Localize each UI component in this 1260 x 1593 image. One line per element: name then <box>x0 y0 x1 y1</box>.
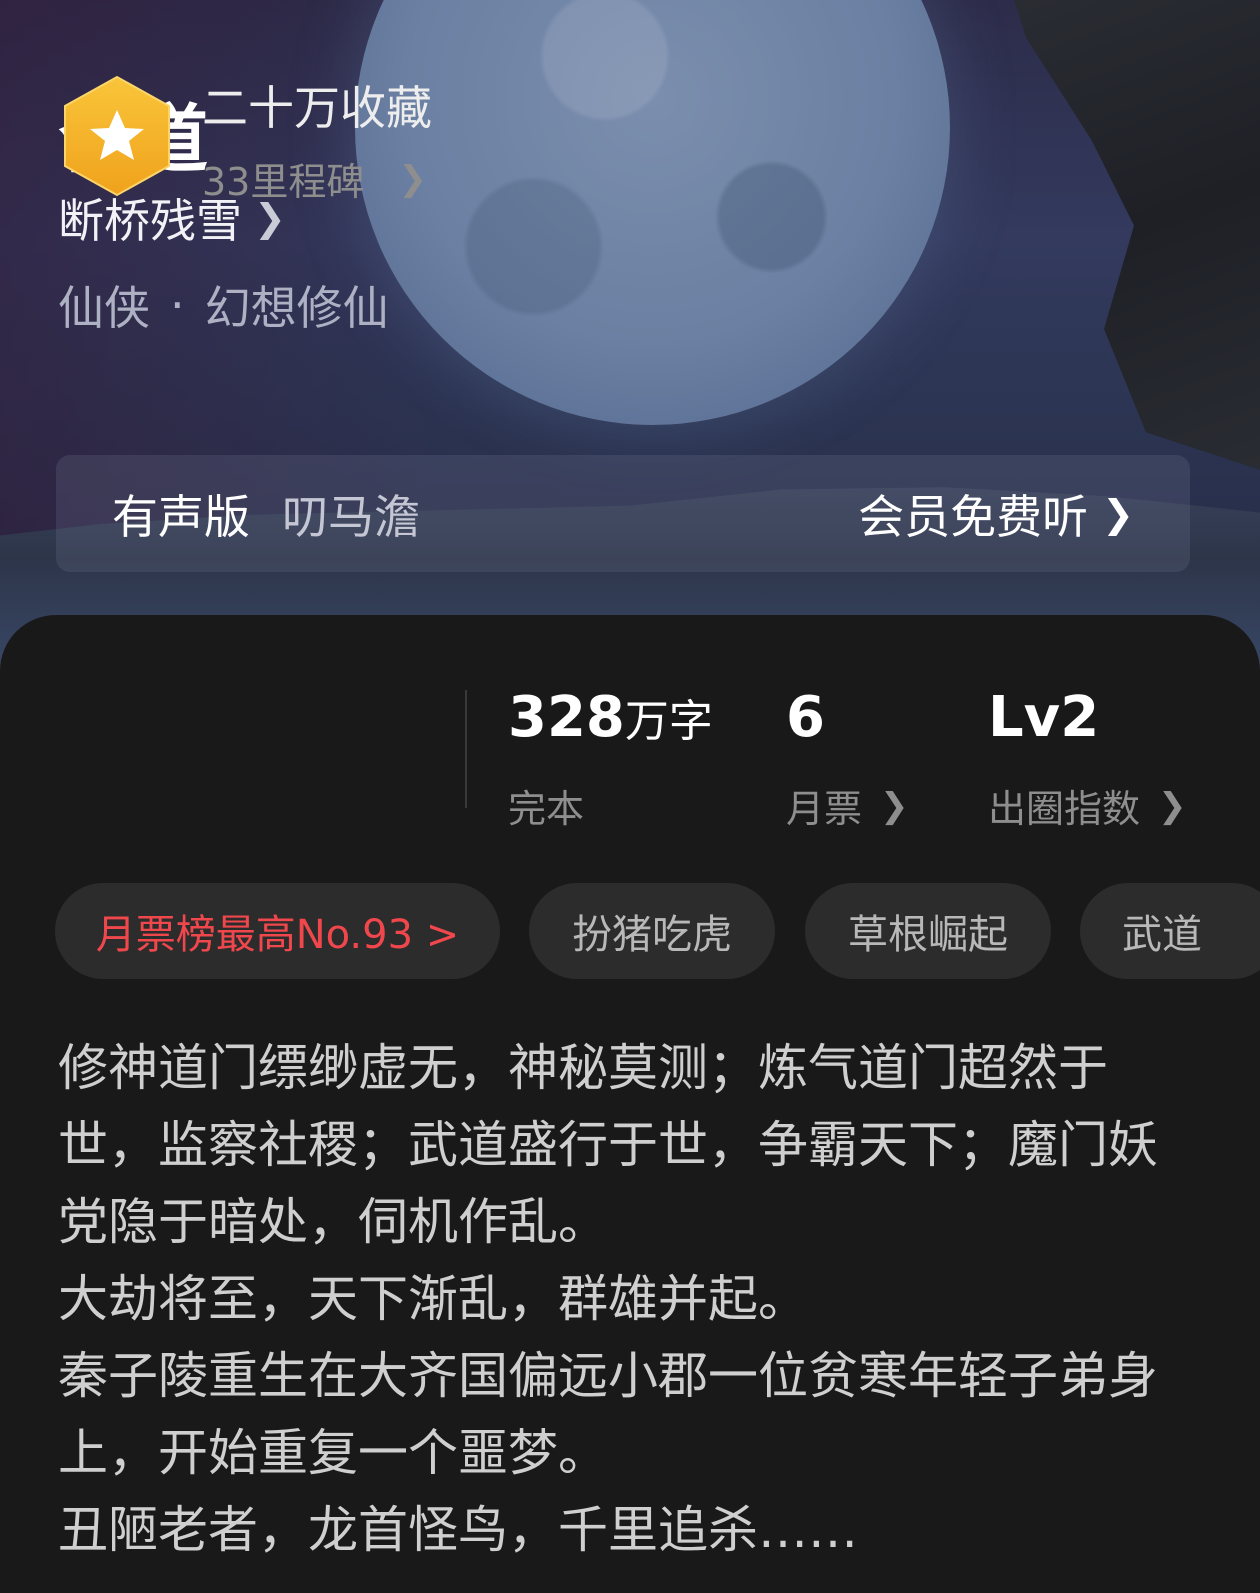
popularity-index-label: 出圈指数 <box>988 787 1141 831</box>
word-count-unit: 万字 <box>624 696 713 747</box>
synopsis-paragraph: 丑陋老者，龙首怪鸟，千里追杀…… <box>58 1501 858 1559</box>
monthly-tickets-label: 月票 <box>786 787 863 831</box>
synopsis-paragraph: 大劫将至，天下渐乱，群雄并起。 <box>58 1270 808 1328</box>
category-label: 仙侠 <box>58 281 150 335</box>
cliff-illustration <box>1014 0 1260 470</box>
monthly-tickets-value: 6 <box>786 685 825 750</box>
narrator-name: 叨马澹 <box>282 489 420 544</box>
word-count-stat: 328万字 完本 <box>508 690 713 833</box>
free-listen-button[interactable]: 会员免费听 ❯ <box>858 481 1134 547</box>
chevron-right-icon: ❯ <box>880 785 909 826</box>
synopsis-paragraph: 秦子陵重生在大齐国偏远小郡一位贫寒年轻子弟身上，开始重复一个噩梦。 <box>58 1347 1158 1482</box>
collection-badge-icon[interactable] <box>62 75 172 197</box>
subcategory-label: 幻想修仙 <box>204 281 389 335</box>
monthly-rank-tag[interactable]: 月票榜最高No.93 > <box>55 883 500 979</box>
popularity-index-stat[interactable]: Lv2 出圈指数 ❯ <box>988 690 1187 833</box>
chevron-right-icon: ❯ <box>1158 785 1187 826</box>
audio-version-label: 有声版 <box>112 489 250 544</box>
synopsis-paragraph: 修神道门缥缈虚无，神秘莫测；炼气道门超然于世，监察社稷；武道盛行于世，争霸天下；… <box>58 1039 1158 1251</box>
chevron-right-icon: ❯ <box>1102 491 1134 536</box>
genre-line: 仙侠 · 幻想修仙 <box>58 272 389 338</box>
popularity-level-value: Lv2 <box>988 685 1100 750</box>
word-count-value: 328 <box>508 685 625 750</box>
audio-version-bar[interactable]: 有声版 叨马澹 会员免费听 ❯ <box>56 455 1190 572</box>
milestones-link[interactable]: 33里程碑 ❯ <box>202 151 427 206</box>
milestones-label: 33里程碑 <box>202 160 365 204</box>
tag-chip[interactable]: 扮猪吃虎 <box>529 883 775 979</box>
book-synopsis[interactable]: 修神道门缥缈虚无，神秘莫测；炼气道门超然于世，监察社稷；武道盛行于世，争霸天下；… <box>58 1030 1168 1569</box>
separator-dot: · <box>170 278 185 332</box>
completion-status: 完本 <box>508 787 585 831</box>
tag-chip[interactable]: 武道 <box>1080 883 1260 979</box>
moon-illustration <box>355 0 950 425</box>
stats-divider <box>465 690 467 808</box>
free-listen-label: 会员免费听 <box>858 489 1089 544</box>
monthly-tickets-stat[interactable]: 6 月票 ❯ <box>786 690 909 833</box>
tag-chip[interactable]: 草根崛起 <box>805 883 1051 979</box>
chevron-right-icon: ❯ <box>398 158 427 199</box>
favorites-count: 二十万收藏 <box>202 81 432 135</box>
